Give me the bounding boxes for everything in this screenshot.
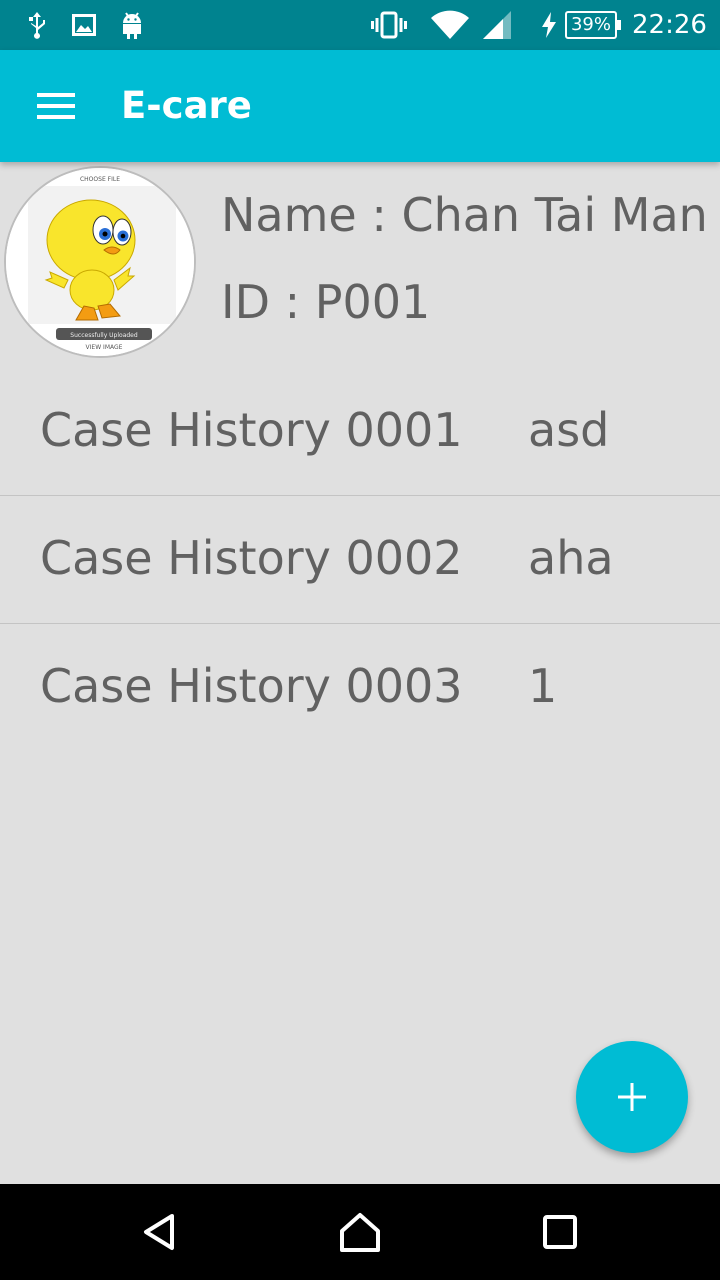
home-icon xyxy=(340,1213,380,1252)
avatar-caption-bottom: VIEW IMAGE xyxy=(86,344,123,351)
case-history-title: Case History 0001 xyxy=(40,403,463,457)
vibrate-icon xyxy=(370,0,408,50)
menu-icon xyxy=(37,93,75,119)
recents-icon xyxy=(543,1215,577,1249)
navigation-bar xyxy=(0,1184,720,1280)
avatar-image: CHOOSE FILE Successfully Uploaded VIEW I… xyxy=(6,168,194,356)
signal-icon xyxy=(480,0,514,50)
app-bar: E-care xyxy=(0,50,720,162)
battery-indicator: 39% xyxy=(565,11,621,39)
case-history-title: Case History 0002 xyxy=(40,531,463,585)
patient-name: Name : Chan Tai Man xyxy=(221,188,708,242)
menu-button[interactable] xyxy=(22,76,90,136)
case-history-value: asd xyxy=(528,403,610,457)
back-button[interactable] xyxy=(100,1184,220,1280)
status-bar: 39% 22:26 xyxy=(0,0,720,50)
usb-icon xyxy=(22,0,52,50)
patient-id: ID : P001 xyxy=(221,275,431,329)
charging-icon xyxy=(538,0,560,50)
avatar[interactable]: CHOOSE FILE Successfully Uploaded VIEW I… xyxy=(4,166,196,358)
avatar-caption-button: Successfully Uploaded xyxy=(70,332,138,339)
plus-icon xyxy=(618,1083,646,1111)
back-icon xyxy=(144,1214,174,1250)
clock: 22:26 xyxy=(632,10,707,40)
android-icon xyxy=(118,0,146,50)
case-history-value: aha xyxy=(528,531,614,585)
image-icon xyxy=(70,0,98,50)
home-button[interactable] xyxy=(300,1184,420,1280)
case-history-row[interactable]: Case History 0001 asd xyxy=(0,368,720,496)
recents-button[interactable] xyxy=(500,1184,620,1280)
add-case-button[interactable] xyxy=(576,1041,688,1153)
case-history-row[interactable]: Case History 0002 aha xyxy=(0,496,720,624)
avatar-caption-top: CHOOSE FILE xyxy=(80,176,120,183)
case-history-title: Case History 0003 xyxy=(40,659,463,713)
case-history-row[interactable]: Case History 0003 1 xyxy=(0,624,720,752)
wifi-icon xyxy=(428,0,472,50)
profile-header: CHOOSE FILE Successfully Uploaded VIEW I… xyxy=(0,162,720,368)
case-history-list: Case History 0001 asd Case History 0002 … xyxy=(0,368,720,752)
case-history-value: 1 xyxy=(528,659,558,713)
battery-label: 39% xyxy=(570,14,611,35)
app-title: E-care xyxy=(121,84,252,127)
